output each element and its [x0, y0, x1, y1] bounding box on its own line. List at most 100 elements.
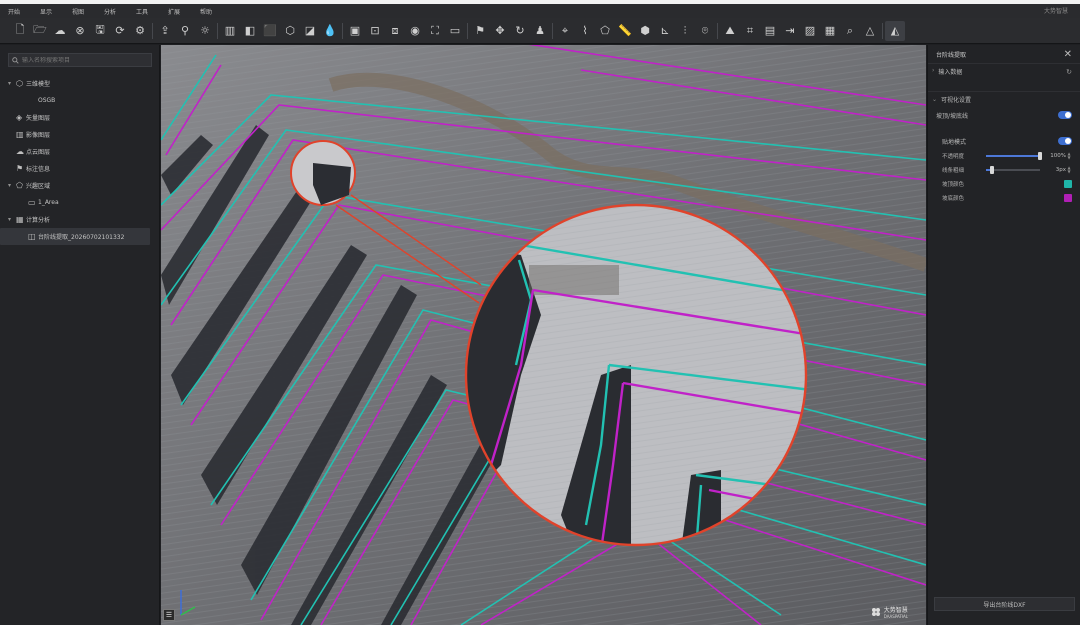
- chart-icon[interactable]: ⊾: [655, 21, 675, 41]
- layers-icon[interactable]: ◧: [240, 21, 260, 41]
- watermark-text: 大势智慧: [883, 607, 908, 614]
- upload-model-icon[interactable]: ⇪: [155, 21, 175, 41]
- reset-icon[interactable]: ↻: [1066, 68, 1072, 76]
- calculation-icon: ▦: [16, 215, 24, 224]
- search-icon: [12, 56, 19, 64]
- move-icon[interactable]: ✥: [490, 21, 510, 41]
- menu-item-2[interactable]: 视图: [64, 7, 96, 16]
- person-icon[interactable]: ⚲: [175, 21, 195, 41]
- menu-item-1[interactable]: 显示: [32, 7, 64, 16]
- menu-item-5[interactable]: 扩展: [160, 7, 192, 16]
- tree-node-label: OSGB: [38, 97, 56, 104]
- line-width-slider-knob[interactable]: [990, 166, 995, 174]
- document-icon[interactable]: ▤: [760, 21, 780, 41]
- tree-node-5[interactable]: ⚑ 标注信息: [0, 160, 160, 177]
- camera-icon[interactable]: ⌾: [695, 21, 715, 41]
- properties-panel: 台阶线提取 ✕ › 输入数据 ↻ ⌄ 可视化设置 坡顶/坡底线 贴地模式 不透明度…: [927, 45, 1080, 625]
- rotate-eye-icon[interactable]: ↻: [510, 21, 530, 41]
- panel-icon[interactable]: ▥: [220, 21, 240, 41]
- close-circle-icon[interactable]: ⊗: [70, 21, 90, 41]
- region-icon: ⬠: [16, 181, 23, 190]
- tree-node-label: 三维模型: [26, 81, 51, 88]
- tree-caret[interactable]: ▾: [8, 216, 16, 223]
- ground-mode-toggle[interactable]: [1058, 137, 1072, 145]
- search-box[interactable]: [8, 53, 152, 67]
- box-icon[interactable]: ▣: [345, 21, 365, 41]
- cube-edit-icon[interactable]: ⬡: [280, 21, 300, 41]
- visual-settings-section[interactable]: ⌄ 可视化设置: [928, 91, 1080, 107]
- bottom-color-swatch[interactable]: [1064, 194, 1072, 202]
- search-input[interactable]: [22, 56, 147, 64]
- frame-icon[interactable]: ⧈: [385, 21, 405, 41]
- refresh-icon[interactable]: ⟳: [110, 21, 130, 41]
- new-file-icon[interactable]: 🗋: [10, 21, 30, 41]
- image-icon[interactable]: ▨: [800, 21, 820, 41]
- cube-outline-icon: ⬡: [16, 79, 23, 88]
- save-icon[interactable]: 🖫: [90, 21, 110, 41]
- chevron-down-icon: ⌄: [932, 96, 938, 103]
- input-data-label: 输入数据: [938, 69, 963, 76]
- toolbar-separator: [217, 22, 218, 39]
- viewport-menu-button[interactable]: ☰: [163, 609, 175, 621]
- polygon-icon[interactable]: ⬠: [595, 21, 615, 41]
- eye-icon[interactable]: ◉: [405, 21, 425, 41]
- tree-node-6[interactable]: ▾ ⬠ 兴趣区域: [0, 177, 160, 194]
- tree-node-0[interactable]: ▾ ⬡ 三维模型: [0, 75, 160, 92]
- slope-lines-label: 坡顶/坡底线: [936, 112, 969, 120]
- split-icon[interactable]: ⫶: [675, 21, 695, 41]
- tree-node-8[interactable]: ▾ ▦ 计算分析: [0, 211, 160, 228]
- tree-caret[interactable]: ▾: [8, 80, 16, 87]
- slope-lines-toggle[interactable]: [1058, 111, 1072, 119]
- cloud-icon[interactable]: ☁: [50, 21, 70, 41]
- mountain-icon[interactable]: △: [860, 21, 880, 41]
- close-icon[interactable]: ✕: [1064, 49, 1072, 60]
- flag-icon[interactable]: ⚑: [470, 21, 490, 41]
- terrain-icon[interactable]: ⛰: [720, 21, 740, 41]
- line-width-stepper[interactable]: ▲ ▼: [1066, 166, 1072, 174]
- input-data-section[interactable]: › 输入数据 ↻: [928, 63, 1080, 79]
- crop-icon[interactable]: ⌗: [740, 21, 760, 41]
- menu-item-0[interactable]: 开始: [0, 7, 32, 16]
- brand-watermark: 大势智慧 DAASPATIAL: [871, 605, 908, 619]
- sun-icon[interactable]: ☼: [195, 21, 215, 41]
- location-pin-icon[interactable]: ⌖: [555, 21, 575, 41]
- search-icon[interactable]: ⌕: [840, 21, 860, 41]
- export-icon[interactable]: ⇥: [780, 21, 800, 41]
- gradient-icon[interactable]: ◪: [300, 21, 320, 41]
- chevron-right-icon: ›: [932, 67, 935, 74]
- settings-icon[interactable]: ⚙: [130, 21, 150, 41]
- menu-item-6[interactable]: 帮助: [192, 7, 224, 16]
- tree-node-9[interactable]: ◫ 台阶线提取_20260702101332: [0, 228, 150, 245]
- fit-view-icon[interactable]: ⛶: [425, 21, 445, 41]
- screen-icon[interactable]: ▭: [445, 21, 465, 41]
- area-icon: ▭: [28, 198, 36, 207]
- top-color-swatch[interactable]: [1064, 180, 1072, 188]
- opacity-stepper[interactable]: ▲ ▼: [1066, 152, 1072, 160]
- visual-settings-label: 可视化设置: [941, 97, 972, 104]
- droplet-icon[interactable]: 💧: [320, 21, 340, 41]
- menu-item-3[interactable]: 分析: [96, 7, 128, 16]
- contour-icon[interactable]: ⌇: [575, 21, 595, 41]
- tree-node-2[interactable]: ◈ 矢量图层: [0, 109, 160, 126]
- person-view-icon[interactable]: ♟: [530, 21, 550, 41]
- open-folder-icon[interactable]: 🗁: [30, 21, 50, 41]
- tree-node-1[interactable]: OSGB: [0, 92, 160, 109]
- tree-node-4[interactable]: ☁ 点云图层: [0, 143, 160, 160]
- box-check-icon[interactable]: ⊡: [365, 21, 385, 41]
- line-width-slider[interactable]: [986, 166, 1040, 174]
- opacity-slider-knob[interactable]: [1038, 152, 1042, 160]
- tree-caret[interactable]: ▾: [8, 182, 16, 189]
- report-icon[interactable]: ▦: [820, 21, 840, 41]
- tree-node-7[interactable]: ▭ 1_Area: [0, 194, 160, 211]
- menu-item-4[interactable]: 工具: [128, 7, 160, 16]
- cube-icon[interactable]: ⬛: [260, 21, 280, 41]
- opacity-slider[interactable]: [986, 152, 1042, 160]
- volume-icon[interactable]: ⬢: [635, 21, 655, 41]
- tree-node-3[interactable]: ▥ 影像图层: [0, 126, 160, 143]
- ruler-icon[interactable]: 📏: [615, 21, 635, 41]
- terrain-scene[interactable]: [161, 45, 926, 625]
- toolbar-separator: [467, 22, 468, 39]
- export-dxf-button[interactable]: 导出台阶线DXF: [934, 597, 1075, 611]
- 3d-viewport[interactable]: ☰ 大势智慧 DAASPATIAL: [161, 45, 926, 625]
- contour-active-icon[interactable]: ◭: [885, 20, 905, 41]
